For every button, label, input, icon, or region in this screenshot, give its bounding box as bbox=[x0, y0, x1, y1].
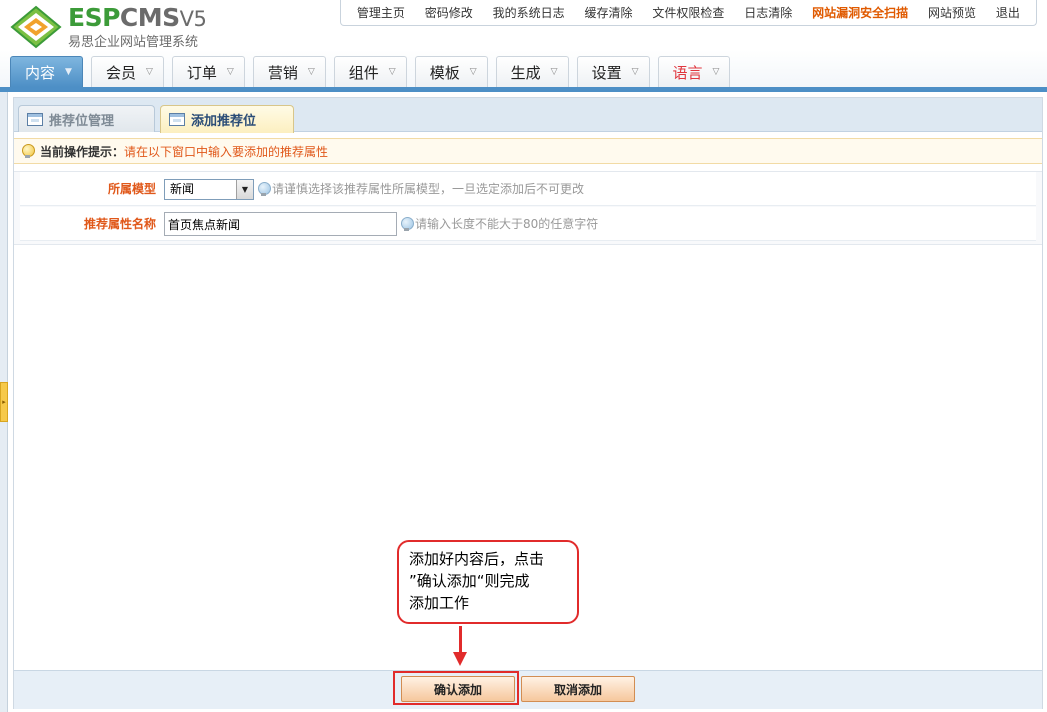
tab-label: 推荐位管理 bbox=[49, 113, 115, 129]
topnav-site-preview[interactable]: 网站预览 bbox=[928, 4, 976, 21]
confirm-add-button[interactable]: 确认添加 bbox=[401, 676, 515, 702]
logo-wordmark: ESPCMSV5 bbox=[68, 3, 207, 32]
name-hint: 请输入长度不能大于80的任意字符 bbox=[401, 207, 598, 241]
chevron-down-icon: ▽ bbox=[226, 67, 234, 77]
tab-label: 生成 bbox=[510, 63, 541, 82]
topnav-home[interactable]: 管理主页 bbox=[357, 4, 405, 21]
add-recommend-form: 所属模型 新闻 ▼ 请谨慎选择该推荐属性所属模型，一旦选定添加后不可更改 推荐属… bbox=[14, 171, 1042, 245]
dropdown-arrow-icon[interactable]: ▼ bbox=[236, 180, 253, 199]
cancel-add-button[interactable]: 取消添加 bbox=[521, 676, 635, 702]
tabs-underline bbox=[0, 87, 1047, 92]
topnav-clear-log[interactable]: 日志清除 bbox=[744, 4, 792, 21]
chevron-down-icon: ▽ bbox=[550, 67, 558, 77]
tab-orders[interactable]: 订单 ▽ bbox=[171, 56, 245, 87]
topnav-file-permission-check[interactable]: 文件权限检查 bbox=[652, 4, 724, 21]
tab-label: 营销 bbox=[267, 63, 298, 82]
form-row-name: 推荐属性名称 请输入长度不能大于80的任意字符 bbox=[20, 207, 1036, 241]
sub-tabs-bar: 推荐位管理 添加推荐位 bbox=[14, 98, 1042, 133]
chevron-down-icon: ▽ bbox=[388, 67, 396, 77]
tab-settings[interactable]: 设置 ▽ bbox=[576, 56, 650, 87]
tip-label: 当前操作提示： bbox=[40, 144, 125, 159]
logo-version: V5 bbox=[179, 7, 207, 31]
tab-language[interactable]: 语言 ▽ bbox=[657, 56, 731, 87]
logo-mark-icon bbox=[10, 5, 62, 49]
main-tabs: 内容 ▼ 会员 ▽ 订单 ▽ 营销 ▽ 组件 ▽ 模板 ▽ 生成 ▽ 设置 ▽ 语言 ▽ bbox=[10, 56, 738, 87]
topnav-change-password[interactable]: 密码修改 bbox=[425, 4, 473, 21]
topnav-clear-cache[interactable]: 缓存清除 bbox=[585, 4, 633, 21]
top-navigation: 管理主页 密码修改 我的系统日志 缓存清除 文件权限检查 日志清除 网站漏洞安全… bbox=[340, 0, 1037, 26]
model-label: 所属模型 bbox=[107, 182, 156, 196]
logo-subtitle: 易思企业网站管理系统 bbox=[68, 35, 199, 50]
tip-text: 请在以下窗口中输入要添加的推荐属性 bbox=[124, 144, 329, 159]
name-label: 推荐属性名称 bbox=[83, 217, 156, 231]
tab-templates[interactable]: 模板 ▽ bbox=[414, 56, 488, 87]
recommend-name-input[interactable] bbox=[164, 212, 397, 236]
window-icon bbox=[27, 112, 43, 126]
sidebar-toggle-handle[interactable]: ▸ bbox=[0, 382, 8, 422]
tab-label: 模板 bbox=[429, 63, 460, 82]
window-icon bbox=[169, 113, 185, 126]
topnav-my-system-log[interactable]: 我的系统日志 bbox=[493, 4, 565, 21]
chevron-down-icon: ▽ bbox=[307, 67, 315, 77]
chevron-down-icon: ▽ bbox=[631, 67, 639, 77]
arrow-down-icon bbox=[453, 652, 467, 666]
instruction-callout: 添加好内容后，点击 ”确认添加“则完成 添加工作 bbox=[397, 540, 579, 624]
tab-add-recommend[interactable]: 添加推荐位 bbox=[160, 105, 294, 133]
tab-members[interactable]: 会员 ▽ bbox=[90, 56, 164, 87]
model-hint: 请谨慎选择该推荐属性所属模型，一旦选定添加后不可更改 bbox=[258, 172, 584, 206]
operation-tip: 当前操作提示： 请在以下窗口中输入要添加的推荐属性 bbox=[14, 138, 1042, 164]
tab-label: 会员 bbox=[105, 63, 136, 82]
logo-brand-cms: CMS bbox=[119, 3, 180, 32]
tab-recommend-manage[interactable]: 推荐位管理 bbox=[18, 105, 155, 132]
lightbulb-icon bbox=[22, 143, 35, 159]
logo-brand-esp: ESP bbox=[68, 3, 120, 32]
tab-marketing[interactable]: 营销 ▽ bbox=[252, 56, 326, 87]
form-row-model: 所属模型 新闻 ▼ 请谨慎选择该推荐属性所属模型，一旦选定添加后不可更改 bbox=[20, 172, 1036, 206]
lightbulb-icon bbox=[401, 216, 414, 232]
topnav-security-scan[interactable]: 网站漏洞安全扫描 bbox=[812, 4, 908, 21]
chevron-down-icon: ▽ bbox=[145, 67, 153, 77]
topnav-logout[interactable]: 退出 bbox=[996, 4, 1020, 21]
app-header: ESPCMSV5 易思企业网站管理系统 管理主页 密码修改 我的系统日志 缓存清… bbox=[0, 0, 1047, 92]
chevron-down-icon: ▽ bbox=[712, 67, 720, 77]
tab-generate[interactable]: 生成 ▽ bbox=[495, 56, 569, 87]
tab-label: 内容 bbox=[25, 63, 56, 82]
model-select[interactable]: 新闻 ▼ bbox=[164, 179, 254, 200]
tab-components[interactable]: 组件 ▽ bbox=[333, 56, 407, 87]
name-hint-text: 请输入长度不能大于80的任意字符 bbox=[415, 217, 599, 231]
chevron-down-icon: ▽ bbox=[469, 67, 477, 77]
tab-label: 语言 bbox=[672, 63, 703, 82]
lightbulb-icon bbox=[258, 181, 271, 197]
model-select-value: 新闻 bbox=[170, 182, 195, 196]
tab-label: 组件 bbox=[348, 63, 379, 82]
tab-label: 订单 bbox=[186, 63, 217, 82]
tab-content[interactable]: 内容 ▼ bbox=[10, 56, 83, 87]
tab-label: 设置 bbox=[591, 63, 622, 82]
esp-cms-logo[interactable]: ESPCMSV5 易思企业网站管理系统 bbox=[10, 3, 230, 50]
chevron-down-icon: ▼ bbox=[65, 67, 72, 77]
model-hint-text: 请谨慎选择该推荐属性所属模型，一旦选定添加后不可更改 bbox=[272, 182, 585, 196]
tab-label: 添加推荐位 bbox=[191, 114, 257, 129]
